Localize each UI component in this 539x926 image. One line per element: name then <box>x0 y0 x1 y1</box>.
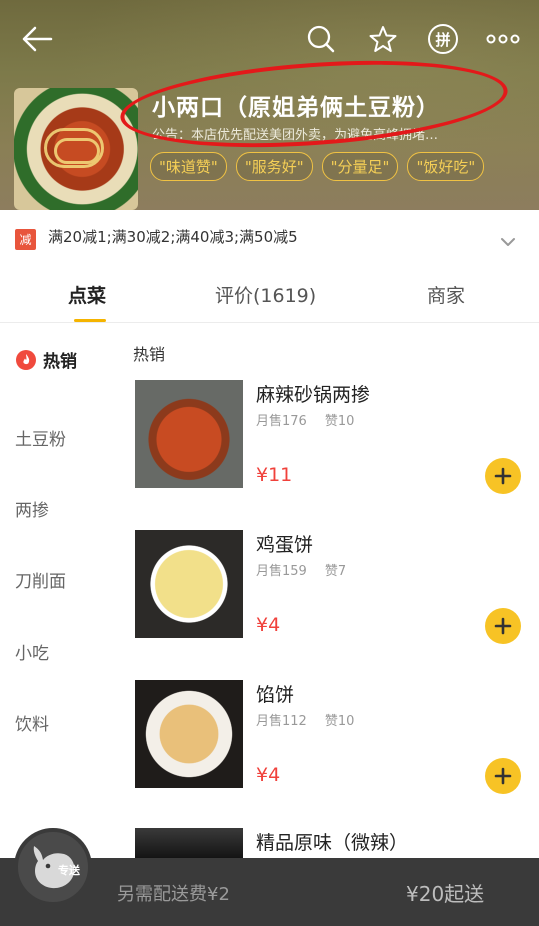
shop-thumbnail[interactable] <box>14 88 138 210</box>
add-to-cart-button[interactable] <box>485 608 521 644</box>
noodle-decor <box>54 138 100 164</box>
dish-item[interactable]: 鸡蛋饼 月售159 赞7 ¥4 <box>118 530 539 680</box>
category-hot[interactable]: 热销 <box>15 347 77 372</box>
dish-price: ¥4 <box>256 614 281 636</box>
likes: 赞7 <box>324 564 347 579</box>
menu-list: 热销 麻辣砂锅两掺 月售176 赞10 ¥11 鸡蛋饼 月售159 赞7 ¥4 馅饼… <box>118 323 539 858</box>
tag: "味道赞" <box>150 152 227 181</box>
tab-reviews[interactable]: 评价(1619) <box>215 281 316 308</box>
dish-item[interactable]: 精品原味（微辣） <box>118 828 539 858</box>
star-icon <box>369 26 397 52</box>
category-drinks[interactable]: 饮料 <box>15 710 49 735</box>
dish-stats: 月售176 赞10 <box>256 410 372 429</box>
discount-badge: 减 <box>15 229 36 250</box>
category-sidebar: 热销 土豆粉 两掺 刀削面 小吃 饮料 <box>0 323 118 858</box>
plus-icon <box>494 467 512 485</box>
search-button[interactable] <box>304 22 338 56</box>
category-snacks[interactable]: 小吃 <box>15 639 49 664</box>
dish-image[interactable] <box>135 828 243 858</box>
section-title: 热销 <box>133 345 166 364</box>
category-label: 热销 <box>43 352 77 372</box>
monthly-sales: 月售159 <box>256 564 307 579</box>
dish-item[interactable]: 馅饼 月售112 赞10 ¥4 <box>118 680 539 830</box>
more-button[interactable] <box>485 22 521 56</box>
tag: "饭好吃" <box>407 152 485 181</box>
back-button[interactable] <box>20 22 54 56</box>
search-icon <box>307 25 335 53</box>
category-potato-noodle[interactable]: 土豆粉 <box>15 425 66 450</box>
dish-image[interactable] <box>135 380 243 488</box>
shop-tags: "味道赞" "服务好" "分量足" "饭好吃" <box>150 152 485 181</box>
dish-item[interactable]: 麻辣砂锅两掺 月售176 赞10 ¥11 <box>118 380 539 530</box>
arrow-left-icon <box>22 26 53 52</box>
dish-price: ¥4 <box>256 764 281 786</box>
category-knife-cut-noodle[interactable]: 刀削面 <box>15 567 66 592</box>
pin-icon: 拼 <box>428 24 458 54</box>
dish-name: 鸡蛋饼 <box>256 534 314 556</box>
monthly-sales: 月售176 <box>256 414 307 429</box>
dish-price: ¥11 <box>256 464 293 486</box>
chevron-down-icon[interactable] <box>500 232 516 251</box>
dish-stats: 月售112 赞10 <box>256 710 372 729</box>
promo-text: 满20减1;满30减2;满40减3;满50减5 <box>48 228 298 246</box>
tab-merchant[interactable]: 商家 <box>427 281 465 308</box>
plus-icon <box>494 617 512 635</box>
flame-icon <box>16 349 36 370</box>
dish-stats: 月售159 赞7 <box>256 560 364 579</box>
tag: "服务好" <box>235 152 313 181</box>
favorite-button[interactable] <box>366 22 400 56</box>
category-mixed[interactable]: 两掺 <box>15 496 49 521</box>
delivery-fee: 另需配送费¥2 <box>117 884 230 905</box>
cart-button[interactable]: 专送 <box>14 828 92 906</box>
plus-icon <box>494 767 512 785</box>
dish-name: 馅饼 <box>256 684 295 706</box>
active-tab-indicator <box>74 319 106 322</box>
more-dots-icon <box>486 34 520 44</box>
dish-image[interactable] <box>135 680 243 788</box>
tag: "分量足" <box>321 152 399 181</box>
svg-text:拼: 拼 <box>435 31 450 49</box>
add-to-cart-button[interactable] <box>485 458 521 494</box>
group-order-button[interactable]: 拼 <box>426 22 460 56</box>
tab-order[interactable]: 点菜 <box>68 281 106 308</box>
cart-badge-label: 专送 <box>58 864 80 877</box>
dish-name: 麻辣砂锅两掺 <box>256 384 371 406</box>
min-order-button[interactable]: ¥20起送 <box>406 878 484 907</box>
promo-bar[interactable]: 减 满20减1;满30减2;满40减3;满50减5 <box>0 210 539 265</box>
likes: 赞10 <box>324 714 355 729</box>
monthly-sales: 月售112 <box>256 714 307 729</box>
likes: 赞10 <box>324 414 355 429</box>
dish-image[interactable] <box>135 530 243 638</box>
add-to-cart-button[interactable] <box>485 758 521 794</box>
dish-name: 精品原味（微辣） <box>256 832 409 854</box>
tab-bar: 点菜 评价(1619) 商家 <box>0 265 539 323</box>
